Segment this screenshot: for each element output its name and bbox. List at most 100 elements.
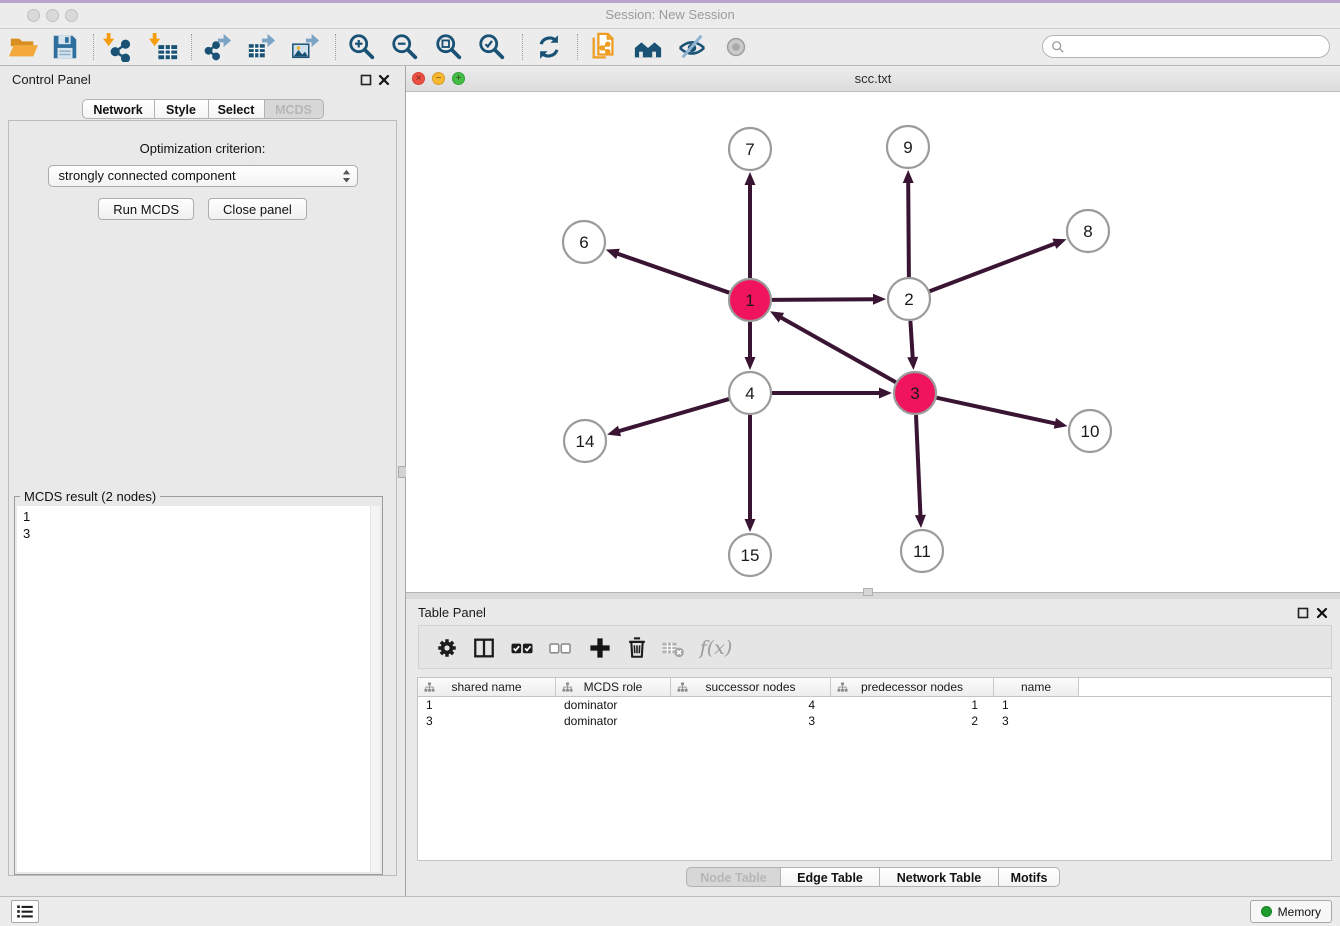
- cell-name: 1: [994, 697, 1079, 713]
- network-graph[interactable]: 1234678910111415: [406, 92, 1340, 592]
- first-neighbors-button[interactable]: [633, 32, 663, 62]
- search-icon: [1051, 40, 1065, 54]
- export-image-icon: [290, 32, 320, 62]
- mcds-result-text[interactable]: 13: [17, 506, 371, 872]
- select-all-columns-button[interactable]: [508, 634, 536, 662]
- result-scrollbar[interactable]: [370, 506, 380, 872]
- minimize-window-button[interactable]: [46, 9, 59, 22]
- refresh-layout-button[interactable]: [534, 32, 564, 62]
- zoom-fit-button[interactable]: [434, 32, 464, 62]
- tab-node-table[interactable]: Node Table: [686, 867, 781, 887]
- graph-node-label-4: 4: [745, 384, 754, 403]
- table-body: 1dominator4113dominator323: [417, 697, 1332, 861]
- graph-edge-arrow-1-6: [606, 249, 620, 259]
- network-window-titlebar: × − + scc.txt: [406, 66, 1340, 92]
- network-close-button[interactable]: ×: [412, 72, 425, 85]
- graph-edge-arrow-1-7: [745, 172, 756, 185]
- zoom-selected-icon: [477, 32, 507, 62]
- column-header-shared-name[interactable]: shared name: [418, 678, 556, 696]
- search-box[interactable]: [1042, 35, 1330, 58]
- table-panel-title: Table Panel: [418, 605, 486, 620]
- tab-network[interactable]: Network: [82, 99, 155, 119]
- export-network-button[interactable]: [202, 32, 232, 62]
- delete-column-button[interactable]: [623, 634, 651, 662]
- network-resize-handle[interactable]: [863, 588, 873, 596]
- graph-node-label-15: 15: [741, 546, 760, 565]
- column-header-mcds-role[interactable]: MCDS role: [556, 678, 671, 696]
- tab-motifs[interactable]: Motifs: [998, 867, 1060, 887]
- run-mcds-button[interactable]: Run MCDS: [98, 198, 194, 220]
- import-table-icon: [149, 32, 179, 62]
- column-header-predecessor-nodes[interactable]: predecessor nodes: [831, 678, 994, 696]
- zoom-in-button[interactable]: [347, 32, 377, 62]
- graph-edge-2-9[interactable]: [908, 181, 909, 277]
- show-columns-button[interactable]: [470, 634, 498, 662]
- first-neighbors-icon: [633, 32, 663, 62]
- close-panel-icon[interactable]: [378, 74, 390, 86]
- mcds-panel: Optimization criterion: strongly connect…: [8, 120, 397, 876]
- graph-edge-2-8[interactable]: [930, 243, 1057, 291]
- cell-successor-nodes: 3: [671, 713, 831, 729]
- refresh-layout-icon: [534, 32, 564, 62]
- close-window-button[interactable]: [27, 9, 40, 22]
- close-table-panel-icon[interactable]: [1316, 607, 1328, 619]
- column-header-name[interactable]: name: [994, 678, 1079, 696]
- zoom-window-button[interactable]: [65, 9, 78, 22]
- tab-mcds[interactable]: MCDS: [264, 99, 324, 119]
- tab-edge-table[interactable]: Edge Table: [780, 867, 880, 887]
- table-toolbar: f(x): [418, 625, 1332, 669]
- tab-network-table[interactable]: Network Table: [879, 867, 999, 887]
- tab-select[interactable]: Select: [208, 99, 265, 119]
- unselect-all-columns-button[interactable]: [546, 634, 574, 662]
- graph-edge-2-3[interactable]: [910, 321, 912, 359]
- float-panel-icon[interactable]: [360, 74, 372, 86]
- graph-edge-arrow-2-8: [1052, 239, 1066, 249]
- graph-edge-3-11[interactable]: [916, 415, 921, 517]
- graph-edge-3-1[interactable]: [780, 317, 896, 383]
- zoom-in-icon: [347, 32, 377, 62]
- function-builder-button: f(x): [696, 634, 736, 662]
- import-table-button[interactable]: [149, 32, 179, 62]
- table-panel-header: Table Panel: [406, 599, 1340, 627]
- graph-edge-4-14[interactable]: [618, 399, 729, 431]
- export-table-button[interactable]: [246, 32, 276, 62]
- zoom-fit-icon: [434, 32, 464, 62]
- graph-edge-arrow-2-3: [907, 357, 918, 370]
- task-history-button[interactable]: [11, 900, 39, 923]
- close-mcds-panel-button[interactable]: Close panel: [208, 198, 307, 220]
- graph-node-label-6: 6: [579, 233, 588, 252]
- create-column-button[interactable]: [586, 634, 614, 662]
- hide-selected-button[interactable]: [677, 32, 707, 62]
- zoom-out-button[interactable]: [390, 32, 420, 62]
- column-header-label: successor nodes: [705, 680, 795, 694]
- graph-edge-3-10[interactable]: [937, 398, 1057, 424]
- tab-style[interactable]: Style: [154, 99, 209, 119]
- graph-edge-1-6[interactable]: [616, 253, 729, 293]
- network-window: × − + scc.txt 1234678910111415: [406, 66, 1340, 593]
- toolbar-separator: [335, 34, 336, 60]
- search-input[interactable]: [1070, 38, 1321, 55]
- import-network-button[interactable]: [103, 32, 133, 62]
- float-table-panel-icon[interactable]: [1297, 607, 1309, 619]
- table-header-filler: [1079, 678, 1331, 696]
- graph-edge-arrow-1-4: [745, 357, 756, 370]
- column-header-successor-nodes[interactable]: successor nodes: [671, 678, 831, 696]
- column-header-label: shared name: [451, 680, 521, 694]
- export-image-button[interactable]: [290, 32, 320, 62]
- new-network-from-selection-button[interactable]: [589, 32, 619, 62]
- main-area: Control Panel NetworkStyleSelectMCDS Opt…: [0, 66, 1340, 896]
- application-window: Session: New Session Control Panel Netwo…: [0, 0, 1340, 926]
- select-all-columns-icon: [508, 634, 536, 662]
- table-settings-button[interactable]: [433, 634, 461, 662]
- table-row[interactable]: 1dominator411: [418, 697, 1331, 713]
- zoom-selected-button[interactable]: [477, 32, 507, 62]
- network-zoom-button[interactable]: +: [452, 72, 465, 85]
- table-row[interactable]: 3dominator323: [418, 713, 1331, 729]
- delete-column-icon: [623, 634, 651, 662]
- memory-button[interactable]: Memory: [1250, 900, 1332, 923]
- criterion-select[interactable]: strongly connected component: [48, 165, 358, 187]
- save-session-button[interactable]: [50, 32, 80, 62]
- graph-edge-1-2[interactable]: [772, 299, 875, 300]
- network-minimize-button[interactable]: −: [432, 72, 445, 85]
- open-session-button[interactable]: [8, 32, 38, 62]
